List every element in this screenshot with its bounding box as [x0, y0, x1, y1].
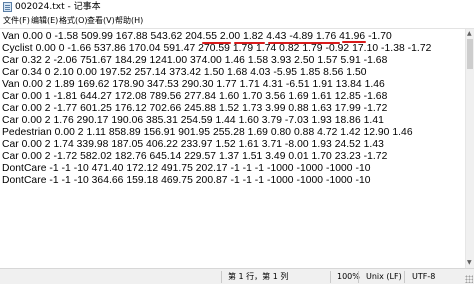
status-bar: 第 1 行，第 1 列 100% Unix (LF) UTF-8 — [0, 268, 474, 284]
title-bar: 002024.txt - 记事本 — [0, 0, 474, 14]
encoding: UTF-8 — [412, 272, 436, 281]
status-divider — [330, 271, 331, 283]
annotation-underline — [234, 42, 265, 44]
menu-view[interactable]: 查看(V) — [86, 15, 116, 27]
scrollbar-thumb[interactable] — [467, 39, 473, 69]
scroll-up-icon[interactable]: ▲ — [467, 30, 472, 38]
menu-bar: 文件(F) 编辑(E) 格式(O) 查看(V) 帮助(H) — [0, 14, 474, 29]
text-line: Cyclist 0.00 0 -1.66 537.86 170.04 591.4… — [2, 43, 432, 54]
text-line: Car 0.00 2 -1.72 582.02 182.76 645.14 22… — [2, 151, 388, 162]
menu-edit[interactable]: 编辑(E) — [30, 15, 59, 27]
annotation-underline — [342, 41, 366, 43]
menu-format[interactable]: 格式(O) — [58, 15, 89, 27]
window-title: 002024.txt - 记事本 — [15, 2, 101, 12]
resize-grip-icon[interactable] — [465, 275, 473, 283]
line-ending: Unix (LF) — [366, 272, 402, 281]
notepad-icon — [3, 2, 12, 12]
cursor-position: 第 1 行，第 1 列 — [228, 272, 289, 281]
status-divider — [221, 271, 222, 283]
status-divider — [358, 271, 359, 283]
text-line: DontCare -1 -1 -10 364.66 159.18 469.75 … — [2, 175, 371, 186]
text-line: Car 0.00 1 -1.81 644.27 172.08 789.56 27… — [2, 91, 388, 102]
text-line: Car 0.00 2 -1.77 601.25 176.12 702.66 24… — [2, 103, 388, 114]
text-line: Van 0.00 2 1.89 169.62 178.90 347.53 290… — [2, 79, 385, 90]
text-editor[interactable]: Van 0.00 0 -1.58 509.99 167.88 543.62 20… — [0, 29, 465, 268]
text-line: Pedestrian 0.00 2 1.11 858.89 156.91 901… — [2, 127, 413, 138]
menu-file[interactable]: 文件(F) — [2, 15, 31, 27]
vertical-scrollbar[interactable]: ▲ ▼ — [465, 29, 474, 268]
text-line: Car 0.32 2 -2.06 751.67 184.29 1241.00 3… — [2, 55, 388, 66]
annotation-underline — [202, 42, 231, 44]
zoom-level: 100% — [337, 272, 360, 281]
text-line: Car 0.34 0 2.10 0.00 197.52 257.14 373.4… — [2, 67, 367, 78]
text-line: Car 0.00 2 1.76 290.17 190.06 385.31 254… — [2, 115, 384, 126]
scroll-down-icon[interactable]: ▼ — [467, 259, 472, 267]
annotation-underline — [268, 42, 340, 44]
text-line: Car 0.00 2 1.74 339.98 187.05 406.22 233… — [2, 139, 384, 150]
text-line: DontCare -1 -1 -10 471.40 172.12 491.75 … — [2, 163, 371, 174]
menu-help[interactable]: 帮助(H) — [114, 15, 144, 27]
status-divider — [404, 271, 405, 283]
